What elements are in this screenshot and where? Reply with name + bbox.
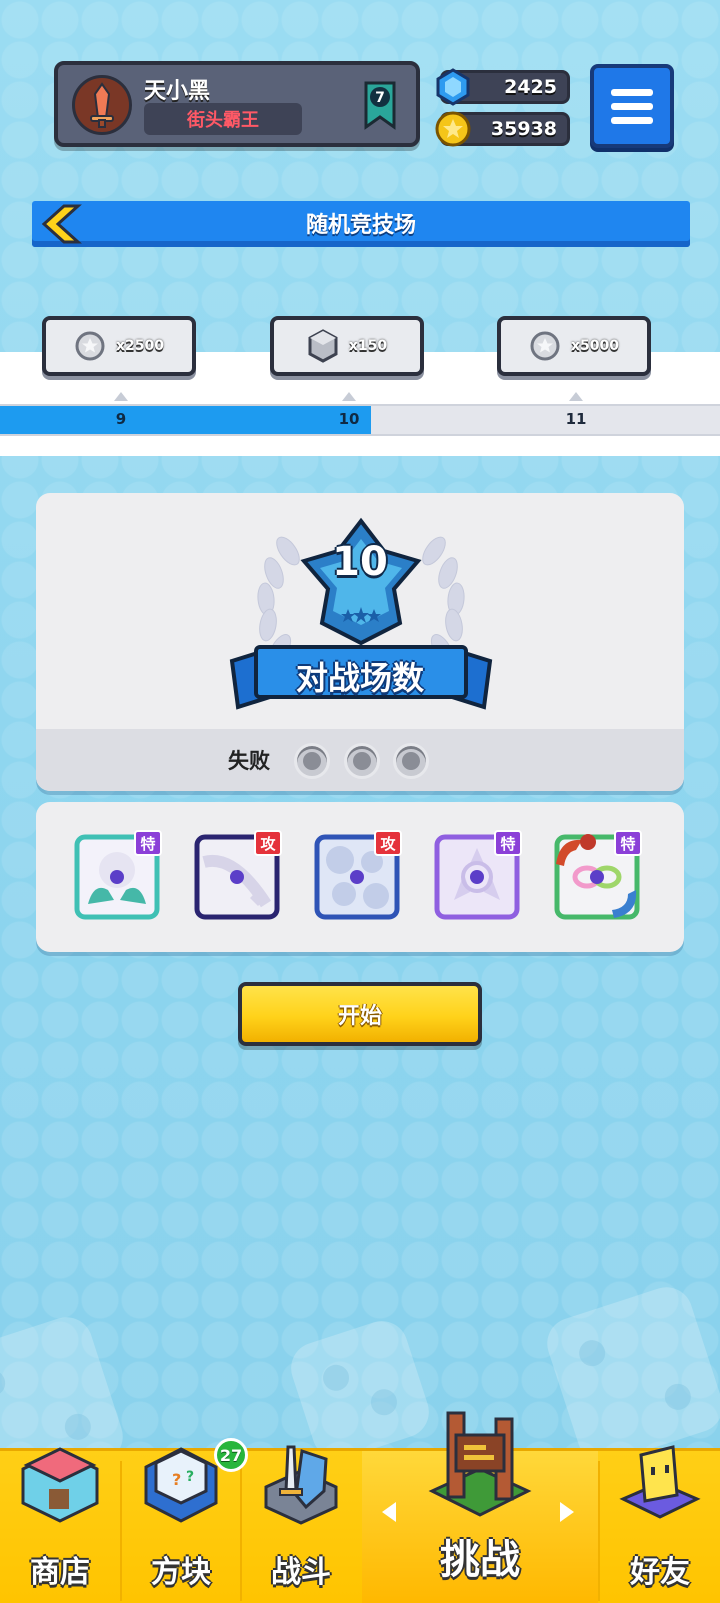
nav-prev-arrow-icon[interactable] xyxy=(382,1502,396,1522)
challenge-board-icon xyxy=(428,1411,532,1517)
coin-counter[interactable]: 35938 xyxy=(435,111,570,147)
milestone-tick xyxy=(569,392,583,401)
loss-slot xyxy=(294,743,330,779)
reward-amount: x2500 xyxy=(116,338,164,354)
skill-card[interactable]: 攻 xyxy=(314,830,402,920)
battle-count-number: 10 xyxy=(332,539,388,585)
gem-cube-icon xyxy=(308,329,338,363)
reward-box-10[interactable]: x150 xyxy=(270,316,424,376)
nav-next-arrow-icon[interactable] xyxy=(560,1502,574,1522)
start-button[interactable]: 开始 xyxy=(238,982,482,1046)
sword-avatar-icon xyxy=(90,82,114,128)
nav-label: 好友 xyxy=(630,1555,690,1590)
coin-icon xyxy=(435,111,471,147)
nav-battle[interactable]: 战斗 xyxy=(242,1445,360,1603)
nav-label: 商店 xyxy=(30,1555,90,1590)
menu-button[interactable] xyxy=(590,64,674,148)
milestone-tick xyxy=(342,392,356,401)
loss-slot xyxy=(393,743,429,779)
skill-card[interactable]: 攻 xyxy=(194,830,282,920)
nav-shop[interactable]: 商店 xyxy=(0,1447,120,1603)
player-name: 天小黑 xyxy=(144,79,211,104)
friend-icon xyxy=(619,1445,701,1519)
skill-card[interactable]: 特 xyxy=(434,830,522,920)
skill-loadout-panel: 特 攻 攻 特 特 xyxy=(36,802,684,952)
player-title: 街头霸王 xyxy=(144,103,302,135)
skill-card[interactable]: 特 xyxy=(554,830,642,920)
skill-tag: 特 xyxy=(614,830,642,856)
milestone-label: 11 xyxy=(565,410,587,428)
gem-count: 2425 xyxy=(504,76,557,98)
svg-text:?: ? xyxy=(186,1469,194,1485)
silver-coin-icon xyxy=(530,331,560,361)
gem-counter[interactable]: 2425 xyxy=(436,68,570,106)
loss-slot xyxy=(344,743,380,779)
back-button[interactable] xyxy=(40,204,84,244)
silver-coin-icon xyxy=(75,331,105,361)
notification-badge: 27 xyxy=(214,1438,248,1472)
skill-tag: 特 xyxy=(494,830,522,856)
loss-label: 失败 xyxy=(228,749,270,773)
dice-block-icon: ? ? xyxy=(144,1447,218,1523)
rank-level: 7 xyxy=(375,90,385,106)
skill-card[interactable]: 特 xyxy=(74,830,162,920)
reward-progress-fill xyxy=(0,406,371,434)
player-profile-card[interactable]: 天小黑 街头霸王 7 xyxy=(54,61,420,147)
coin-count: 35938 xyxy=(490,118,557,140)
reward-amount: x150 xyxy=(348,338,388,354)
menu-icon xyxy=(611,88,653,96)
page-title-banner: 随机竞技场 xyxy=(32,201,690,247)
milestone-label: 9 xyxy=(115,410,127,428)
nav-label: 挑战 xyxy=(440,1537,520,1583)
battle-count-panel: 10 对战场数 失败 xyxy=(36,493,684,791)
loss-tracker: 失败 xyxy=(36,729,684,791)
skill-tag: 攻 xyxy=(374,830,402,856)
gem-icon xyxy=(436,68,470,106)
shop-icon xyxy=(21,1447,99,1523)
milestone-tick xyxy=(114,392,128,401)
milestone-label: 10 xyxy=(338,410,360,428)
battle-count-label: 对战场数 xyxy=(295,659,424,697)
bottom-navigation: 商店 ? ? 方块 战斗 挑战 好友 xyxy=(0,1411,720,1603)
skill-tag: 特 xyxy=(134,830,162,856)
reward-box-9[interactable]: x2500 xyxy=(42,316,196,376)
nav-label: 方块 xyxy=(151,1555,211,1590)
rank-ribbon-icon: 7 xyxy=(364,81,396,130)
nav-friends[interactable]: 好友 xyxy=(600,1445,720,1603)
reward-amount: x5000 xyxy=(571,338,619,354)
page-title: 随机竞技场 xyxy=(305,213,416,238)
nav-blocks[interactable]: ? ? 方块 xyxy=(122,1447,240,1603)
nav-label: 战斗 xyxy=(271,1555,331,1590)
avatar xyxy=(72,75,132,135)
reward-box-11[interactable]: x5000 xyxy=(497,316,651,376)
svg-text:?: ? xyxy=(172,1470,181,1489)
skill-tag: 攻 xyxy=(254,830,282,856)
sword-shield-icon xyxy=(264,1445,338,1525)
nav-challenge[interactable]: 挑战 xyxy=(362,1411,598,1603)
